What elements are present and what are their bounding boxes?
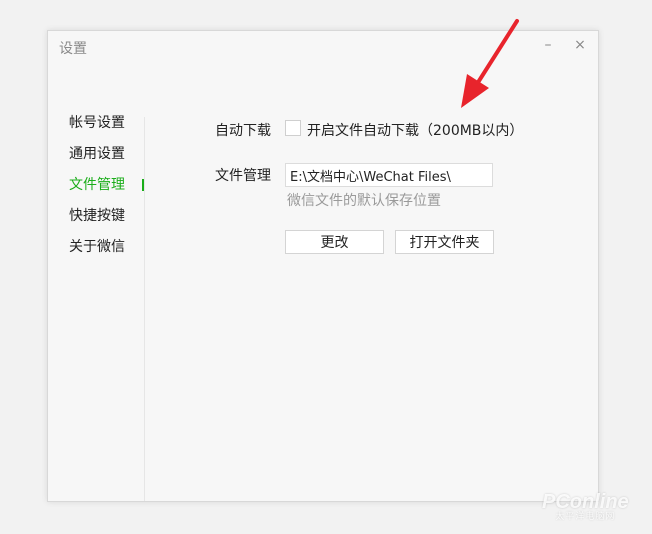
sidebar: 帐号设置 通用设置 文件管理 快捷按键 关于微信	[48, 111, 144, 266]
pconline-watermark: PConline 太平洋电脑网	[542, 492, 629, 523]
file-path-hint: 微信文件的默认保存位置	[287, 193, 441, 209]
watermark-brand: PConline	[542, 491, 629, 513]
sidebar-item-label: 关于微信	[69, 239, 125, 255]
sidebar-item-shortcuts[interactable]: 快捷按键	[48, 204, 144, 235]
auto-download-checkbox-label[interactable]: 开启文件自动下载（200MB以内）	[307, 120, 523, 140]
sidebar-item-account[interactable]: 帐号设置	[48, 111, 144, 142]
file-management-label: 文件管理	[215, 168, 271, 184]
sidebar-divider	[144, 117, 145, 501]
auto-download-label: 自动下载	[215, 123, 271, 139]
window-title: 设置	[59, 41, 87, 57]
sidebar-item-file-management[interactable]: 文件管理	[48, 173, 144, 204]
open-folder-button[interactable]: 打开文件夹	[395, 230, 494, 254]
red-arrow-icon	[461, 19, 519, 108]
sidebar-item-general[interactable]: 通用设置	[48, 142, 144, 173]
sidebar-item-label: 通用设置	[69, 146, 125, 162]
sidebar-item-label: 帐号设置	[69, 115, 125, 131]
change-path-button[interactable]: 更改	[285, 230, 384, 254]
watermark-subtitle: 太平洋电脑网	[555, 512, 616, 522]
sidebar-item-label: 文件管理	[69, 177, 125, 193]
sidebar-item-label: 快捷按键	[69, 208, 125, 224]
auto-download-checkbox[interactable]	[285, 120, 301, 136]
sidebar-item-about[interactable]: 关于微信	[48, 235, 144, 266]
file-path-field[interactable]	[285, 163, 493, 187]
close-button[interactable]: ×	[570, 35, 590, 55]
minimize-button[interactable]: –	[538, 35, 558, 55]
